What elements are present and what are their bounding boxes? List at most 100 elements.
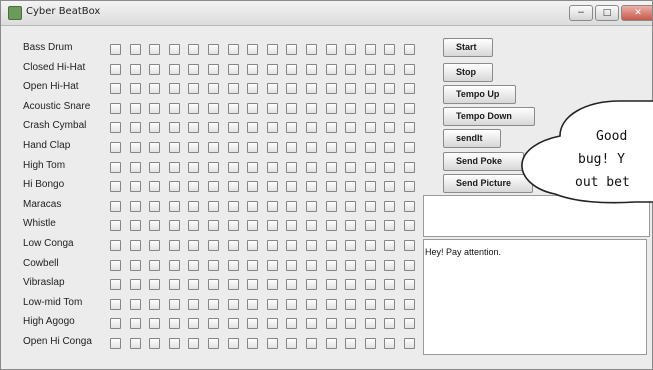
beat-checkbox[interactable] [227,220,239,232]
beat-checkbox[interactable] [306,259,317,271]
beat-checkbox[interactable] [129,161,141,173]
beat-checkbox[interactable] [384,298,396,310]
beat-checkbox[interactable] [404,240,415,251]
beat-checkbox[interactable] [129,63,141,75]
beat-checkbox[interactable] [227,142,239,153]
beat-checkbox[interactable] [247,102,259,114]
beat-checkbox[interactable] [364,200,376,212]
beat-checkbox[interactable] [286,298,298,310]
beat-checkbox[interactable] [306,44,317,55]
beat-checkbox[interactable] [384,181,396,193]
beat-checkbox[interactable] [345,44,357,55]
beat-checkbox[interactable] [345,259,357,271]
beat-checkbox[interactable] [364,240,376,251]
beat-checkbox[interactable] [208,102,219,114]
beat-checkbox[interactable] [188,142,200,153]
beat-checkbox[interactable] [384,122,396,134]
beat-checkbox[interactable] [247,220,259,232]
beat-checkbox[interactable] [266,338,278,349]
beat-checkbox[interactable] [168,259,180,271]
beat-checkbox[interactable] [306,338,317,349]
beat-checkbox[interactable] [129,44,141,55]
beat-checkbox[interactable] [188,240,200,251]
beat-checkbox[interactable] [266,83,278,95]
beat-checkbox[interactable] [306,200,317,212]
beat-checkbox[interactable] [110,63,121,75]
beat-checkbox[interactable] [208,142,219,153]
beat-checkbox[interactable] [149,161,161,173]
beat-checkbox[interactable] [247,338,259,349]
beat-checkbox[interactable] [404,298,415,310]
beat-checkbox[interactable] [404,44,415,55]
beat-checkbox[interactable] [325,338,337,349]
beat-checkbox[interactable] [404,259,415,271]
beat-checkbox[interactable] [247,83,259,95]
beat-checkbox[interactable] [345,200,357,212]
beat-checkbox[interactable] [110,102,121,114]
beat-checkbox[interactable] [168,102,180,114]
beat-checkbox[interactable] [325,200,337,212]
beat-checkbox[interactable] [247,44,259,55]
beat-checkbox[interactable] [384,318,396,330]
beat-checkbox[interactable] [266,220,278,232]
beat-checkbox[interactable] [286,181,298,193]
beat-checkbox[interactable] [149,259,161,271]
beat-checkbox[interactable] [168,142,180,153]
beat-checkbox[interactable] [364,298,376,310]
beat-checkbox[interactable] [266,142,278,153]
beat-checkbox[interactable] [149,102,161,114]
beat-checkbox[interactable] [110,259,121,271]
beat-checkbox[interactable] [208,181,219,193]
beat-checkbox[interactable] [110,44,121,55]
beat-checkbox[interactable] [149,44,161,55]
beat-checkbox[interactable] [168,240,180,251]
beat-checkbox[interactable] [188,220,200,232]
beat-checkbox[interactable] [286,142,298,153]
beat-checkbox[interactable] [168,83,180,95]
beat-checkbox[interactable] [286,83,298,95]
beat-checkbox[interactable] [227,161,239,173]
beat-checkbox[interactable] [345,83,357,95]
send-poke-button[interactable]: Send Poke [443,152,524,171]
beat-checkbox[interactable] [168,279,180,291]
beat-checkbox[interactable] [306,161,317,173]
beat-checkbox[interactable] [266,181,278,193]
tempo-up-button[interactable]: Tempo Up [443,85,516,104]
beat-checkbox[interactable] [306,122,317,134]
beat-checkbox[interactable] [129,181,141,193]
beat-checkbox[interactable] [404,181,415,193]
beat-checkbox[interactable] [227,298,239,310]
beat-checkbox[interactable] [266,161,278,173]
beat-checkbox[interactable] [227,83,239,95]
beat-checkbox[interactable] [404,161,415,173]
beat-checkbox[interactable] [286,200,298,212]
beat-checkbox[interactable] [384,220,396,232]
beat-checkbox[interactable] [286,259,298,271]
beat-checkbox[interactable] [384,338,396,349]
beat-checkbox[interactable] [188,44,200,55]
beat-checkbox[interactable] [247,122,259,134]
beat-checkbox[interactable] [364,181,376,193]
beat-checkbox[interactable] [110,318,121,330]
beat-checkbox[interactable] [325,220,337,232]
beat-checkbox[interactable] [227,240,239,251]
beat-checkbox[interactable] [247,200,259,212]
beat-checkbox[interactable] [404,102,415,114]
beat-checkbox[interactable] [129,318,141,330]
beat-checkbox[interactable] [110,142,121,153]
beat-checkbox[interactable] [306,240,317,251]
beat-checkbox[interactable] [384,200,396,212]
beat-checkbox[interactable] [168,181,180,193]
beat-checkbox[interactable] [325,298,337,310]
beat-checkbox[interactable] [129,259,141,271]
beat-checkbox[interactable] [325,318,337,330]
beat-checkbox[interactable] [325,102,337,114]
beat-checkbox[interactable] [247,63,259,75]
beat-checkbox[interactable] [345,63,357,75]
beat-checkbox[interactable] [168,220,180,232]
beat-checkbox[interactable] [266,259,278,271]
beat-checkbox[interactable] [168,338,180,349]
beat-checkbox[interactable] [325,240,337,251]
beat-checkbox[interactable] [325,259,337,271]
beat-checkbox[interactable] [129,83,141,95]
